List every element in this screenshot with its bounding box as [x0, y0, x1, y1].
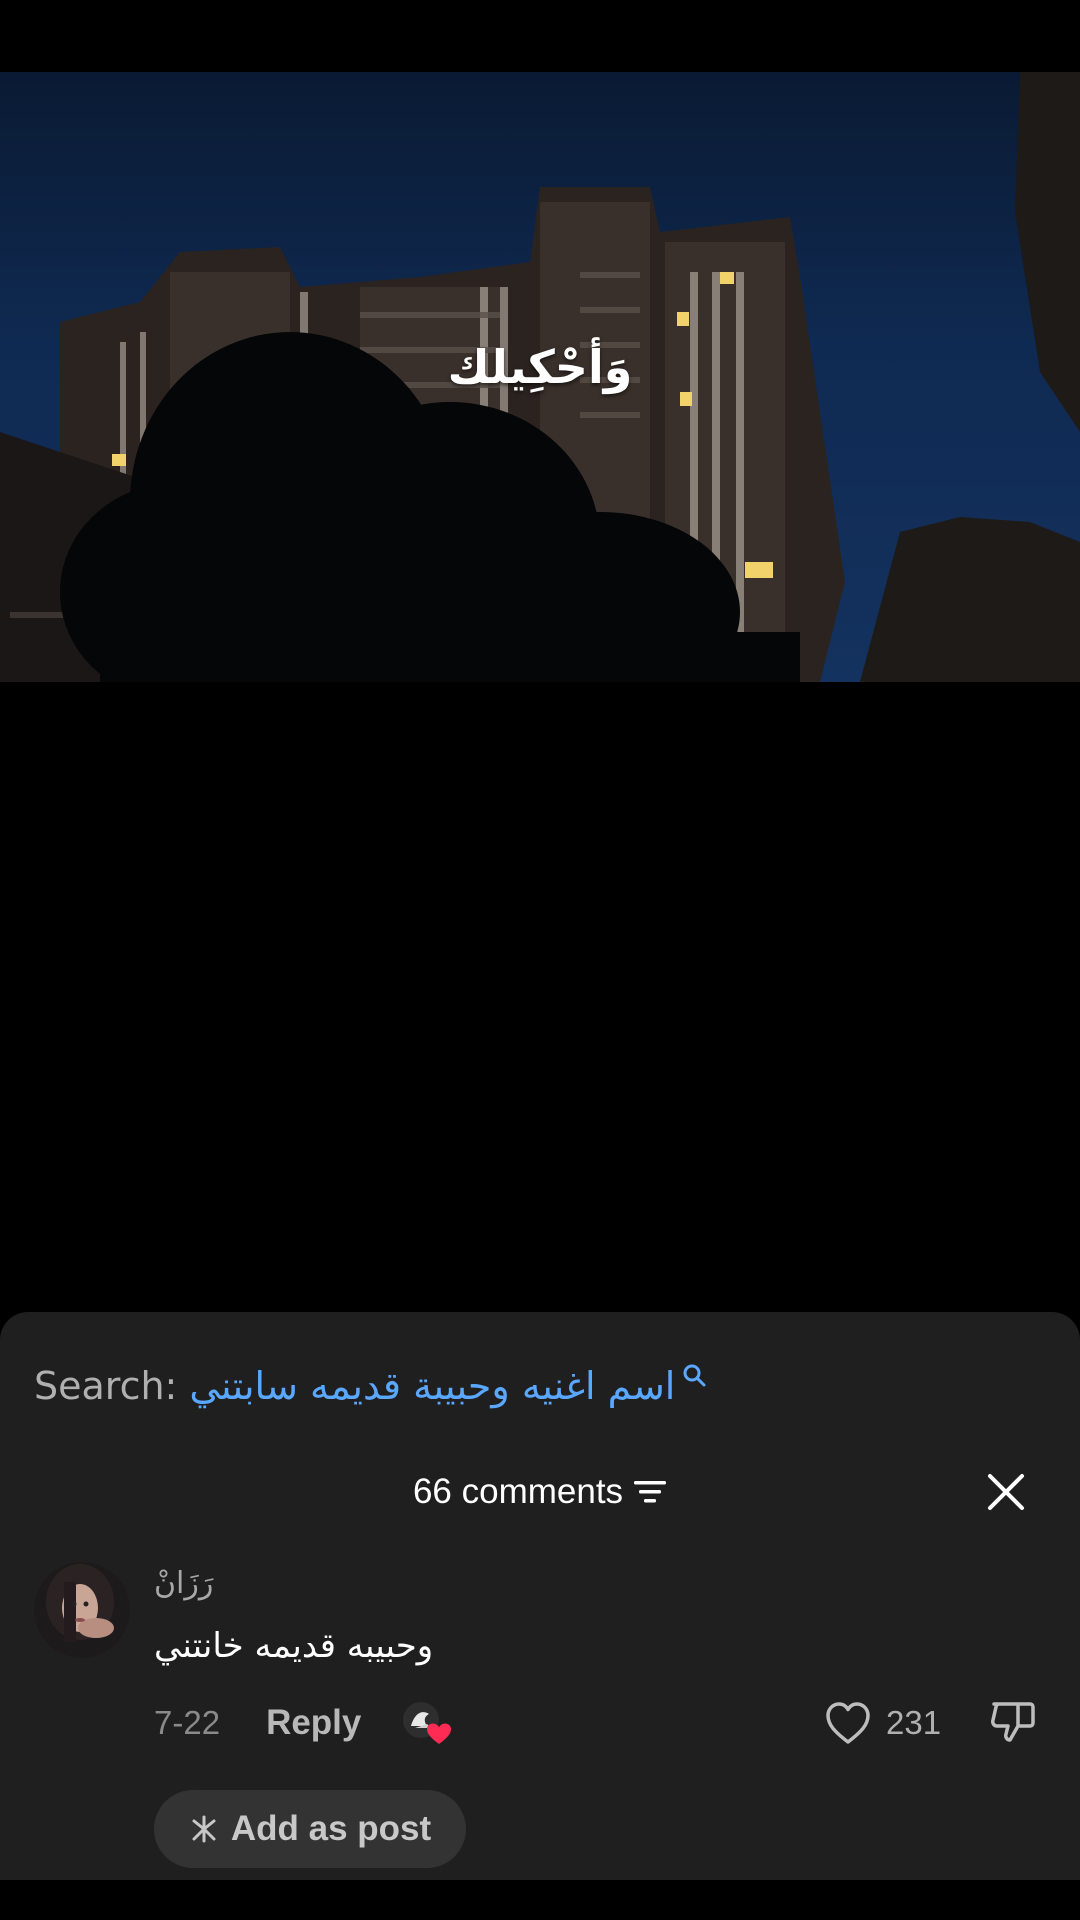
comment-text: وحبيبه قديمه خانتني [154, 1626, 434, 1666]
creator-liked-icon [401, 1698, 452, 1748]
status-bar-area [0, 0, 1080, 72]
video-lyric-caption: وَأحْكِيلك [447, 340, 633, 394]
comments-sort-toggle[interactable]: 66 comments [413, 1460, 667, 1524]
add-as-post-button[interactable]: Add as post [154, 1790, 466, 1868]
comment-meta: 7-22 Reply [154, 1698, 452, 1748]
avatar-image [34, 1562, 130, 1658]
comments-sheet: Search: اسم اغنيه وحبيبة قديمه سابتني 66… [0, 1312, 1080, 1880]
reply-button[interactable]: Reply [266, 1703, 361, 1743]
search-query-link[interactable]: اسم اغنيه وحبيبة قديمه سابتني [189, 1364, 675, 1408]
comment-date: 7-22 [154, 1704, 221, 1741]
dislike-icon[interactable] [988, 1696, 1038, 1746]
like-count: 231 [886, 1704, 942, 1741]
sparkle-icon [192, 1815, 216, 1843]
search-label: Search: [34, 1364, 178, 1408]
filter-icon [634, 1481, 667, 1503]
add-as-post-label: Add as post [230, 1809, 432, 1848]
avatar[interactable] [34, 1562, 130, 1658]
like-control[interactable]: 231 [824, 1696, 941, 1750]
video-letterbox[interactable] [0, 682, 1080, 1312]
heart-icon[interactable] [824, 1700, 872, 1746]
close-icon[interactable] [984, 1470, 1028, 1514]
comment-item: رَزَانْ وحبيبه قديمه خانتني 7-22 Reply 2… [0, 1562, 1080, 1868]
bottom-bar [0, 1880, 1080, 1920]
comments-header: 66 comments [0, 1460, 1080, 1524]
video-player[interactable]: وَأحْكِيلك [0, 72, 1080, 682]
search-icon [683, 1364, 706, 1387]
comment-username[interactable]: رَزَانْ [154, 1566, 213, 1601]
search-suggestion[interactable]: Search: اسم اغنيه وحبيبة قديمه سابتني [34, 1358, 707, 1414]
comments-count: 66 comments [412, 1472, 624, 1511]
